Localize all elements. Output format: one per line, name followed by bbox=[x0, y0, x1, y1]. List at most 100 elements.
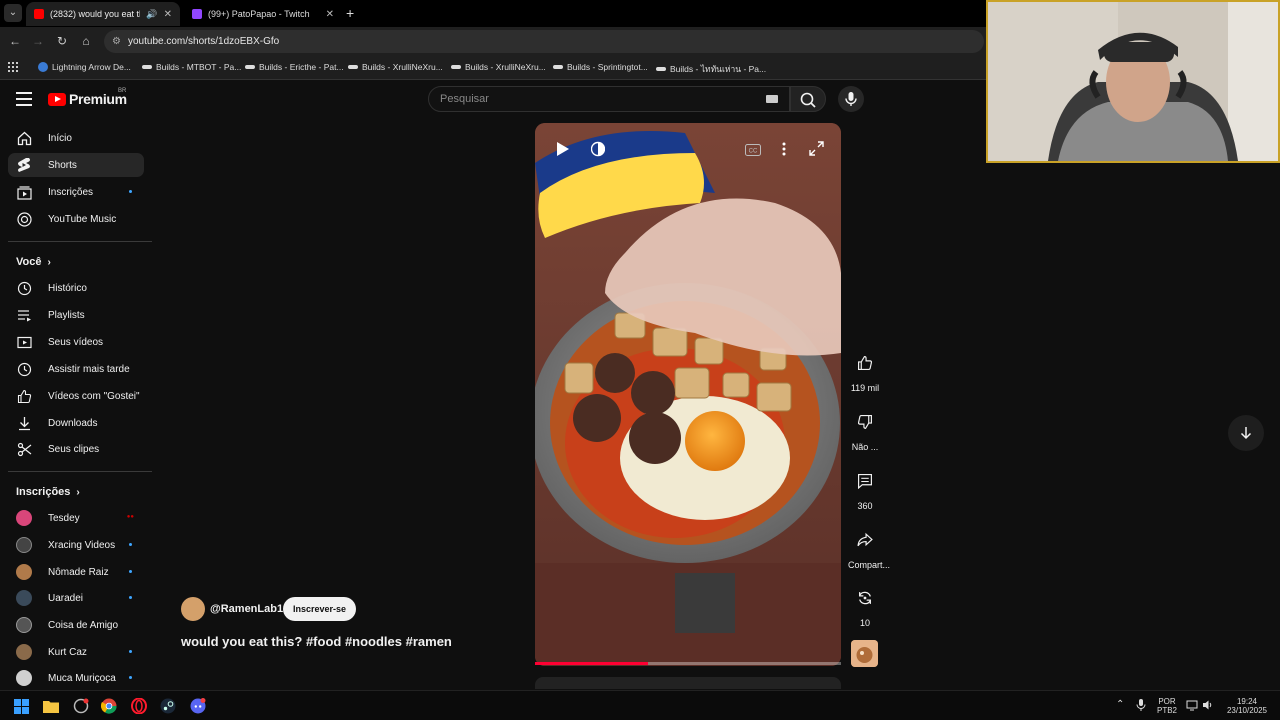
sidebar-item-inicio[interactable]: Início bbox=[8, 126, 144, 150]
sidebar-item-downloads[interactable]: Downloads bbox=[8, 411, 144, 435]
sidebar-item-historico[interactable]: Histórico bbox=[8, 276, 144, 300]
captions-button[interactable]: CC bbox=[745, 143, 761, 159]
sidebar-item-label: Vídeos com "Gostei" bbox=[48, 390, 140, 402]
remix-count: 10 bbox=[859, 618, 870, 628]
new-tab-icon[interactable]: + bbox=[346, 5, 354, 21]
share-button[interactable]: Compart... bbox=[848, 525, 891, 570]
bookmark[interactable]: Builds - MTBOT - Pa... bbox=[142, 62, 241, 72]
sidebar-item-label: Coisa de Amigo bbox=[48, 619, 119, 631]
forward-icon[interactable]: → bbox=[30, 34, 46, 48]
like-button[interactable]: 119 mil bbox=[848, 348, 882, 393]
sidebar-item-videos-gostei[interactable]: Vídeos com "Gostei" bbox=[8, 384, 144, 408]
site-info-icon[interactable]: ⚙ bbox=[112, 30, 121, 53]
network-icon[interactable] bbox=[1186, 699, 1198, 713]
sidebar-subscription[interactable]: Nômade Raiz bbox=[8, 560, 144, 584]
url-bar[interactable]: ⚙ youtube.com/shorts/1dzoEBX-Gfo bbox=[104, 30, 984, 53]
fullscreen-button[interactable] bbox=[809, 141, 824, 159]
windows-start-icon[interactable] bbox=[13, 698, 29, 714]
remix-button[interactable]: 10 bbox=[848, 583, 882, 628]
clock[interactable]: 19:24 23/10/2025 bbox=[1222, 697, 1272, 715]
youtube-logo[interactable]: Premium BR bbox=[48, 88, 127, 107]
sidebar-item-youtube-music[interactable]: YouTube Music bbox=[8, 207, 144, 231]
sidebar-item-label: Nômade Raiz bbox=[48, 566, 109, 578]
close-tab-icon[interactable]: ✕ bbox=[326, 9, 334, 20]
webcam-image bbox=[988, 2, 1278, 161]
dislike-label: Não ... bbox=[851, 442, 879, 452]
volume-button[interactable] bbox=[590, 141, 606, 160]
sidebar-subscription[interactable]: Xracing Videos bbox=[8, 533, 144, 557]
bookmark[interactable]: Builds - ไททันเห่าน - Pa... bbox=[656, 62, 766, 76]
menu-icon[interactable] bbox=[16, 92, 32, 106]
search-input[interactable]: Pesquisar bbox=[428, 86, 790, 112]
sidebar-item-seus-clipes[interactable]: Seus clipes bbox=[8, 437, 144, 461]
channel-thumbnail[interactable] bbox=[851, 640, 878, 667]
comment-count: 360 bbox=[857, 501, 873, 511]
bookmark[interactable]: Lightning Arrow De... bbox=[38, 62, 131, 72]
volume-tray-icon[interactable] bbox=[1202, 699, 1214, 713]
back-icon[interactable]: ← bbox=[7, 34, 23, 48]
subscribe-button[interactable]: Inscrever-se bbox=[283, 597, 357, 621]
sidebar-item-shorts[interactable]: Shorts bbox=[8, 153, 144, 177]
microphone-icon bbox=[845, 92, 857, 106]
voice-search-button[interactable] bbox=[838, 86, 864, 112]
keyboard-icon[interactable] bbox=[766, 95, 778, 103]
opera-icon[interactable] bbox=[131, 698, 147, 714]
sidebar-subscription[interactable]: Coisa de Amigo bbox=[8, 613, 144, 637]
sidebar-subscription[interactable]: Uaradei bbox=[8, 586, 144, 610]
music-icon bbox=[16, 211, 32, 227]
sidebar-item-label: Downloads bbox=[48, 417, 98, 429]
bookmark[interactable]: Builds - Sprintingtot... bbox=[553, 62, 648, 72]
sidebar-item-assistir-mais-tarde[interactable]: Assistir mais tarde bbox=[8, 357, 144, 381]
sidebar-item-seus-videos[interactable]: Seus vídeos bbox=[8, 330, 144, 354]
speaker-icon[interactable]: 🔊 bbox=[146, 9, 157, 20]
comments-button[interactable]: 360 bbox=[848, 466, 882, 511]
clips-icon bbox=[16, 441, 32, 457]
sidebar-subscription[interactable]: Kurt Caz bbox=[8, 640, 144, 664]
sidebar-voce-heading[interactable]: Você › bbox=[16, 256, 51, 268]
bookmark[interactable]: Builds - Ericthe - Pat... bbox=[245, 62, 344, 72]
app-icon[interactable] bbox=[73, 698, 89, 714]
reload-icon[interactable]: ↻ bbox=[54, 34, 70, 48]
sidebar-item-playlists[interactable]: Playlists bbox=[8, 303, 144, 327]
shorts-video-player[interactable] bbox=[535, 123, 841, 666]
channel-avatar[interactable] bbox=[181, 597, 205, 621]
steam-icon[interactable] bbox=[160, 698, 176, 714]
more-options-button[interactable] bbox=[781, 141, 787, 160]
tray-microphone-icon[interactable] bbox=[1136, 698, 1146, 714]
close-tab-icon[interactable]: ✕ bbox=[164, 9, 172, 20]
video-progress-bar[interactable] bbox=[535, 662, 841, 665]
tab-title: (2832) would you eat this? # bbox=[50, 9, 140, 19]
file-explorer-icon[interactable] bbox=[43, 698, 59, 714]
apps-icon[interactable] bbox=[8, 62, 18, 72]
channel-handle[interactable]: @RamenLab1 bbox=[210, 603, 283, 615]
sidebar-inscricoes-heading[interactable]: Inscrições › bbox=[16, 486, 80, 498]
search-button[interactable] bbox=[790, 86, 826, 112]
tab-search-button[interactable]: ⌄ bbox=[4, 4, 22, 22]
discord-icon[interactable] bbox=[190, 698, 206, 714]
history-icon bbox=[16, 280, 32, 296]
sidebar-item-label: Seus clipes bbox=[48, 443, 100, 455]
next-short-preview[interactable] bbox=[535, 677, 841, 689]
dislike-button[interactable]: Não ... bbox=[848, 407, 882, 452]
bookmark-favicon-icon bbox=[451, 65, 461, 69]
play-button[interactable] bbox=[556, 141, 570, 160]
avatar bbox=[16, 590, 32, 606]
bookmark[interactable]: Builds - XrulliNeXru... bbox=[451, 62, 546, 72]
share-label: Compart... bbox=[848, 560, 891, 570]
like-count: 119 mil bbox=[850, 383, 880, 393]
home-icon[interactable]: ⌂ bbox=[78, 34, 94, 48]
tab-twitch[interactable]: (99+) PatoPapao - Twitch ✕ bbox=[184, 2, 342, 26]
tab-youtube[interactable]: (2832) would you eat this? # 🔊 ✕ bbox=[26, 2, 180, 26]
new-content-dot bbox=[129, 676, 132, 679]
fullscreen-icon bbox=[809, 141, 824, 156]
sidebar-subscription[interactable]: Muca Muriçoca bbox=[8, 666, 144, 690]
chrome-icon[interactable] bbox=[101, 698, 117, 714]
next-video-button[interactable] bbox=[1228, 415, 1264, 451]
language-indicator[interactable]: POR PTB2 bbox=[1157, 697, 1177, 715]
sidebar-subscription[interactable]: Tesdey ●● bbox=[8, 506, 144, 530]
play-icon bbox=[557, 142, 569, 156]
bookmark[interactable]: Builds - XrulliNeXru... bbox=[348, 62, 443, 72]
sidebar-item-label: YouTube Music bbox=[48, 213, 117, 225]
sidebar-item-inscricoes[interactable]: Inscrições bbox=[8, 180, 144, 204]
show-hidden-icons-icon[interactable]: ⌃ bbox=[1116, 700, 1124, 710]
